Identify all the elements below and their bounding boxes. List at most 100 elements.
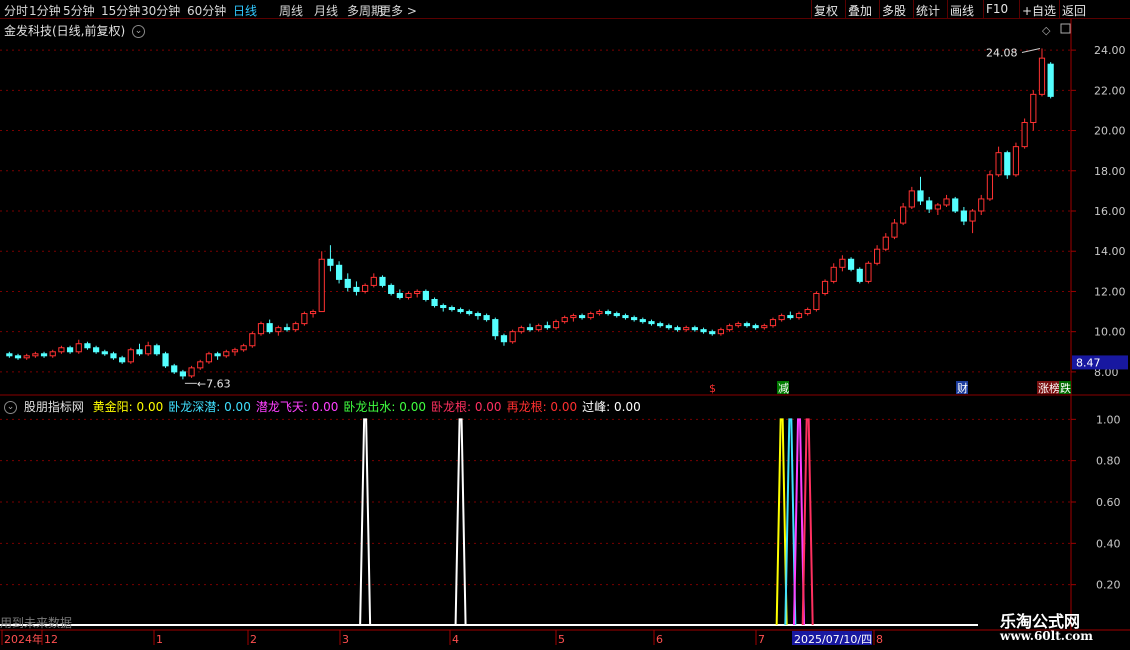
low-price-label: ←7.63 (197, 377, 231, 390)
indicator-name[interactable]: 股朋指标网 (24, 400, 84, 414)
candle-body (119, 357, 126, 363)
candle-body (769, 319, 777, 327)
candle-body (795, 313, 803, 319)
candle-body (344, 278, 351, 288)
candle-body (1038, 57, 1046, 95)
candle-body (214, 353, 221, 357)
candle-body (370, 276, 377, 286)
price-label: 20.00 (1094, 125, 1126, 138)
candle-body (726, 325, 733, 331)
indicator-pulse (359, 418, 372, 626)
candle-body (891, 222, 898, 238)
candle-body (813, 292, 820, 311)
brand-url: www.60lt.com (1000, 629, 1093, 643)
date-label: 12 (44, 633, 58, 646)
candle-body (778, 315, 785, 321)
candle-body (249, 333, 256, 347)
candle-body (162, 353, 169, 367)
candle-body (830, 266, 837, 282)
candle-body (405, 292, 412, 298)
candle-body (171, 365, 178, 373)
candle-body (908, 190, 915, 208)
candle-body (40, 353, 48, 357)
candle-body (6, 353, 13, 357)
candle-body (110, 353, 117, 359)
candle-body (49, 351, 56, 357)
indicator-label: 0.80 (1096, 455, 1121, 468)
candle-body (943, 198, 950, 206)
candle-body (665, 325, 672, 329)
indicator-title-bar: ⌄ 股朋指标网 黄金阳: 0.00 卧龙深潜: 0.00 潜龙飞天: 0.00 卧龙出… (4, 398, 646, 415)
candle-body (188, 367, 195, 377)
candle-body (14, 355, 22, 359)
signal-badge: 涨榜 (1038, 381, 1060, 395)
candle-body (674, 327, 681, 331)
candle-body (926, 200, 933, 210)
candle-body (179, 371, 186, 377)
candle-body (657, 323, 664, 327)
candle-body (917, 190, 924, 202)
candle-body (1047, 63, 1054, 97)
candle-body (205, 353, 213, 363)
date-cursor-label: 2025/07/10/四 (794, 633, 872, 646)
date-label: 8 (876, 633, 883, 646)
price-label: 18.00 (1094, 165, 1126, 178)
candle-body (691, 327, 698, 331)
indicator-legend-6: 过峰: 0.00 (582, 400, 641, 414)
candle-body (700, 329, 707, 333)
main-chart-title[interactable]: 金发科技(日线,前复权) ⌄ (4, 22, 146, 39)
date-label: 2024年 (4, 632, 43, 646)
chart-canvas[interactable]: 24.00 22.00 20.00 18.00 16.00 14.00 12.00 10.00… (0, 0, 1130, 650)
stock-title-text: 金发科技(日线,前复权) (4, 24, 126, 38)
candle-body (32, 353, 39, 357)
indicator-label: 1.00 (1096, 413, 1121, 426)
candle-body (882, 236, 889, 250)
candle-body (379, 276, 386, 286)
high-arrow (1021, 48, 1041, 53)
candle-body (847, 258, 855, 270)
candle-body (821, 280, 829, 294)
indicator-pulse (801, 418, 814, 626)
candle-body (986, 174, 994, 200)
candle-body (483, 315, 490, 321)
candle-body (934, 204, 941, 210)
candle-body (309, 311, 317, 315)
candle-body (544, 325, 551, 329)
candle-body (466, 311, 473, 315)
high-price-label: 24.08 (986, 47, 1018, 60)
candle-body (448, 307, 456, 311)
candle-body (622, 315, 629, 319)
signal-badge: 跌 (1060, 381, 1071, 395)
candle-body (388, 284, 395, 294)
candle-body (995, 152, 1002, 176)
candle-body (596, 311, 603, 315)
candle-body (561, 317, 568, 323)
indicator-legend-1: 卧龙深潜: 0.00 (168, 400, 251, 414)
candle-body (743, 323, 751, 327)
candle-body (978, 198, 985, 212)
candle-body (1012, 146, 1020, 176)
indicator-label: 0.60 (1096, 496, 1121, 509)
candle-body (960, 210, 967, 222)
signal-badge: 减 (778, 382, 789, 395)
candle-body (197, 361, 204, 369)
candle-body (804, 309, 811, 315)
candle-body (856, 268, 863, 282)
candle-body (500, 335, 508, 343)
candle-body (145, 345, 152, 355)
panel-toggle-icon (1060, 23, 1071, 34)
candle-body (683, 327, 690, 331)
candle-body (518, 327, 525, 333)
diamond-icon: ◇ (1042, 24, 1051, 37)
chevron-down-icon[interactable]: ⌄ (132, 25, 146, 38)
candle-body (275, 327, 282, 333)
chevron-down-icon[interactable]: ⌄ (4, 401, 17, 414)
candle-body (1004, 152, 1011, 176)
candle-body (431, 298, 438, 307)
candle-body (874, 248, 881, 264)
candle-body (127, 349, 134, 363)
date-label: 5 (558, 633, 565, 646)
candle-body (266, 323, 273, 333)
candle-body (283, 327, 291, 331)
candle-body (900, 206, 907, 224)
